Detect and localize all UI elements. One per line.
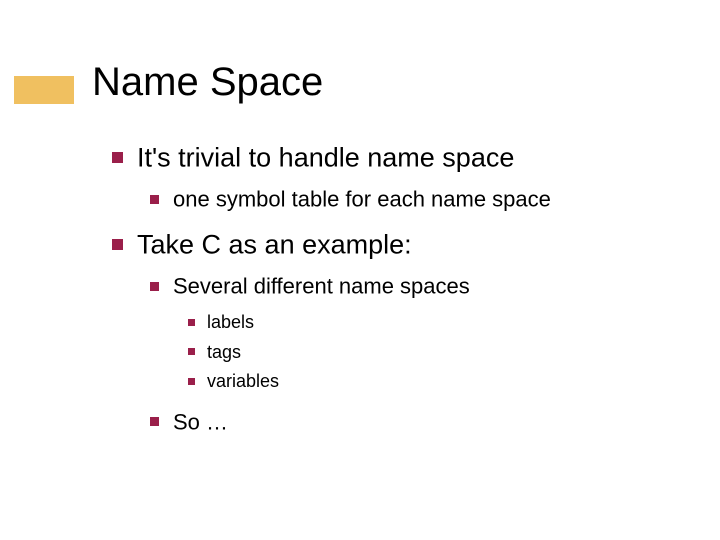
list-item: labels bbox=[188, 310, 680, 334]
list-item-text: It's trivial to handle name space bbox=[137, 143, 514, 173]
bullet-icon bbox=[188, 378, 195, 385]
slide: Name Space It's trivial to handle name s… bbox=[0, 0, 720, 540]
slide-body: It's trivial to handle name space one sy… bbox=[112, 140, 680, 445]
title-text: Name Space bbox=[92, 60, 323, 104]
list-item-text: variables bbox=[207, 371, 279, 391]
list-item: one symbol table for each name space bbox=[150, 184, 680, 213]
list-item: variables bbox=[188, 369, 680, 393]
list-item-text: Take C as an example: bbox=[137, 230, 412, 260]
bullet-icon bbox=[150, 195, 159, 204]
list-item: Several different name spaces bbox=[150, 271, 680, 300]
list-item-text: one symbol table for each name space bbox=[173, 187, 551, 212]
accent-block bbox=[14, 76, 74, 104]
list-item: tags bbox=[188, 340, 680, 364]
list-item-text: Several different name spaces bbox=[173, 274, 470, 299]
bullet-icon bbox=[188, 348, 195, 355]
list-item-text: tags bbox=[207, 342, 241, 362]
list-item: It's trivial to handle name space bbox=[112, 140, 680, 174]
list-item: Take C as an example: bbox=[112, 227, 680, 261]
bullet-icon bbox=[112, 152, 123, 163]
list-item-text: So … bbox=[173, 409, 228, 434]
bullet-icon bbox=[150, 417, 159, 426]
bullet-icon bbox=[188, 319, 195, 326]
slide-title: Name Space bbox=[92, 58, 323, 105]
bullet-icon bbox=[150, 282, 159, 291]
bullet-icon bbox=[112, 239, 123, 250]
list-item-text: labels bbox=[207, 312, 254, 332]
list-item: So … bbox=[150, 407, 680, 436]
